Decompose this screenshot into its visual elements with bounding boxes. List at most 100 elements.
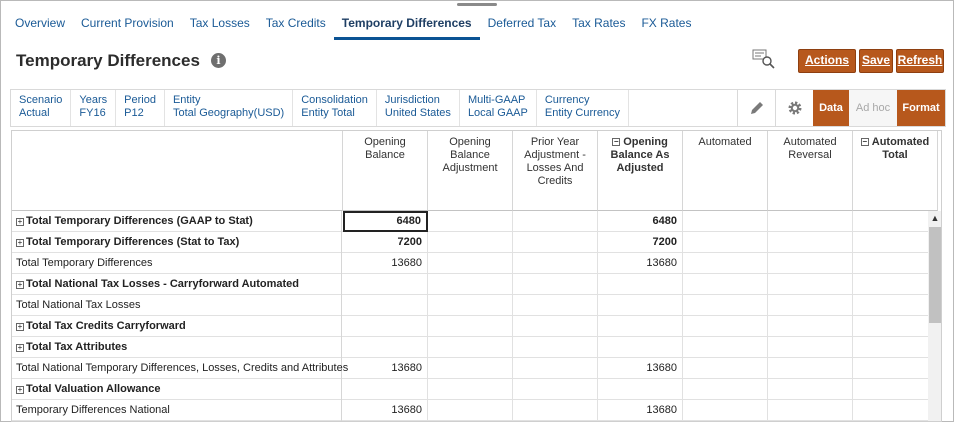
vertical-scrollbar[interactable]: ▲: [928, 211, 941, 421]
data-cell[interactable]: 13680: [598, 400, 683, 421]
data-cell[interactable]: 13680: [343, 358, 428, 379]
data-cell[interactable]: [683, 316, 768, 337]
data-cell[interactable]: [768, 400, 853, 421]
row-header[interactable]: Temporary Differences National: [12, 400, 342, 421]
settings-button[interactable]: [775, 90, 813, 126]
row-header[interactable]: Total Temporary Differences: [12, 253, 342, 274]
column-header[interactable]: Automated: [683, 131, 768, 211]
data-cell[interactable]: [853, 211, 938, 232]
data-cell[interactable]: [853, 295, 938, 316]
tab-tax-rates[interactable]: Tax Rates: [564, 13, 633, 40]
data-cell[interactable]: [683, 400, 768, 421]
data-cell[interactable]: [683, 232, 768, 253]
pov-period[interactable]: Period P12: [116, 90, 165, 126]
data-cell[interactable]: [853, 400, 938, 421]
data-cell[interactable]: [513, 295, 598, 316]
data-cell[interactable]: [768, 316, 853, 337]
drag-handle[interactable]: [457, 3, 497, 6]
data-cell[interactable]: [598, 337, 683, 358]
data-cell[interactable]: [343, 337, 428, 358]
pov-years[interactable]: Years FY16: [71, 90, 117, 126]
edit-pov-button[interactable]: [737, 90, 775, 126]
data-cell[interactable]: [853, 337, 938, 358]
data-cell[interactable]: [768, 379, 853, 400]
data-cell[interactable]: 13680: [343, 253, 428, 274]
data-cell[interactable]: 7200: [343, 232, 428, 253]
data-cell[interactable]: [768, 211, 853, 232]
row-header[interactable]: Total National Tax Losses: [12, 295, 342, 316]
data-cell[interactable]: [598, 316, 683, 337]
data-cell[interactable]: [428, 274, 513, 295]
expand-icon[interactable]: +: [16, 386, 24, 394]
pov-currency[interactable]: Currency Entity Currency: [537, 90, 630, 126]
data-cell[interactable]: [853, 358, 938, 379]
tab-tax-credits[interactable]: Tax Credits: [258, 13, 334, 40]
data-cell[interactable]: [683, 211, 768, 232]
data-cell[interactable]: [853, 316, 938, 337]
data-cell[interactable]: [428, 316, 513, 337]
row-header[interactable]: + Total Temporary Differences (Stat to Ta…: [12, 232, 342, 253]
data-cell[interactable]: [513, 337, 598, 358]
data-cell[interactable]: [768, 358, 853, 379]
row-header[interactable]: Total National Temporary Differences, Lo…: [12, 358, 348, 379]
data-cell[interactable]: [513, 253, 598, 274]
data-cell[interactable]: [343, 316, 428, 337]
data-cell[interactable]: [683, 274, 768, 295]
data-cell[interactable]: [683, 358, 768, 379]
adhoc-mode-button[interactable]: Ad hoc: [849, 90, 897, 126]
data-cell[interactable]: [683, 337, 768, 358]
data-cell[interactable]: [768, 295, 853, 316]
data-cell[interactable]: [513, 316, 598, 337]
data-cell[interactable]: [513, 400, 598, 421]
data-cell[interactable]: 7200: [598, 232, 683, 253]
tab-deferred-tax[interactable]: Deferred Tax: [480, 13, 564, 40]
data-cell[interactable]: [768, 253, 853, 274]
expand-icon[interactable]: +: [16, 239, 24, 247]
data-cell[interactable]: [428, 379, 513, 400]
data-cell[interactable]: 6480: [598, 211, 683, 232]
data-cell[interactable]: [853, 232, 938, 253]
data-cell[interactable]: [428, 253, 513, 274]
pov-consolidation[interactable]: Consolidation Entity Total: [293, 90, 377, 126]
selected-data-cell[interactable]: 6480: [343, 211, 428, 232]
data-cell[interactable]: [513, 358, 598, 379]
pov-entity[interactable]: Entity Total Geography(USD): [165, 90, 294, 126]
expand-icon[interactable]: +: [16, 323, 24, 331]
collapse-icon[interactable]: −: [860, 138, 869, 146]
tab-overview[interactable]: Overview: [7, 13, 73, 40]
row-header[interactable]: + Total Valuation Allowance: [12, 379, 342, 400]
data-cell[interactable]: [513, 232, 598, 253]
collapse-icon[interactable]: −: [612, 138, 621, 146]
column-header[interactable]: Automated Reversal: [768, 131, 853, 211]
data-cell[interactable]: [853, 379, 938, 400]
column-header[interactable]: Opening Balance: [343, 131, 428, 211]
tab-current-provision[interactable]: Current Provision: [73, 13, 182, 40]
refresh-button[interactable]: Refresh: [896, 49, 944, 73]
data-cell[interactable]: 13680: [598, 358, 683, 379]
expand-icon[interactable]: +: [16, 281, 24, 289]
data-cell[interactable]: [598, 295, 683, 316]
tab-fx-rates[interactable]: FX Rates: [633, 13, 699, 40]
column-header[interactable]: Opening Balance Adjustment: [428, 131, 513, 211]
data-cell[interactable]: [513, 379, 598, 400]
pov-multi-gaap[interactable]: Multi-GAAP Local GAAP: [460, 90, 537, 126]
data-cell[interactable]: [513, 274, 598, 295]
row-header[interactable]: + Total National Tax Losses - Carryforwar…: [12, 274, 342, 295]
scroll-up-icon[interactable]: ▲: [928, 213, 941, 225]
row-header[interactable]: + Total Tax Attributes: [12, 337, 342, 358]
pov-jurisdiction[interactable]: Jurisdiction United States: [377, 90, 460, 126]
data-cell[interactable]: [683, 379, 768, 400]
actions-button[interactable]: Actions ▼: [798, 49, 856, 87]
row-header[interactable]: + Total Tax Credits Carryforward: [12, 316, 342, 337]
data-cell[interactable]: [343, 295, 428, 316]
data-cell[interactable]: [428, 211, 513, 232]
row-header[interactable]: + Total Temporary Differences (GAAP to St…: [12, 211, 342, 232]
format-mode-button[interactable]: Format: [897, 90, 945, 126]
column-header[interactable]: Prior Year Adjustment - Losses And Credi…: [513, 131, 598, 211]
column-header[interactable]: − Opening Balance As Adjusted: [598, 131, 683, 211]
data-cell[interactable]: [598, 274, 683, 295]
data-cell[interactable]: [853, 253, 938, 274]
data-cell[interactable]: [853, 274, 938, 295]
data-cell[interactable]: [428, 358, 513, 379]
data-cell[interactable]: [598, 379, 683, 400]
